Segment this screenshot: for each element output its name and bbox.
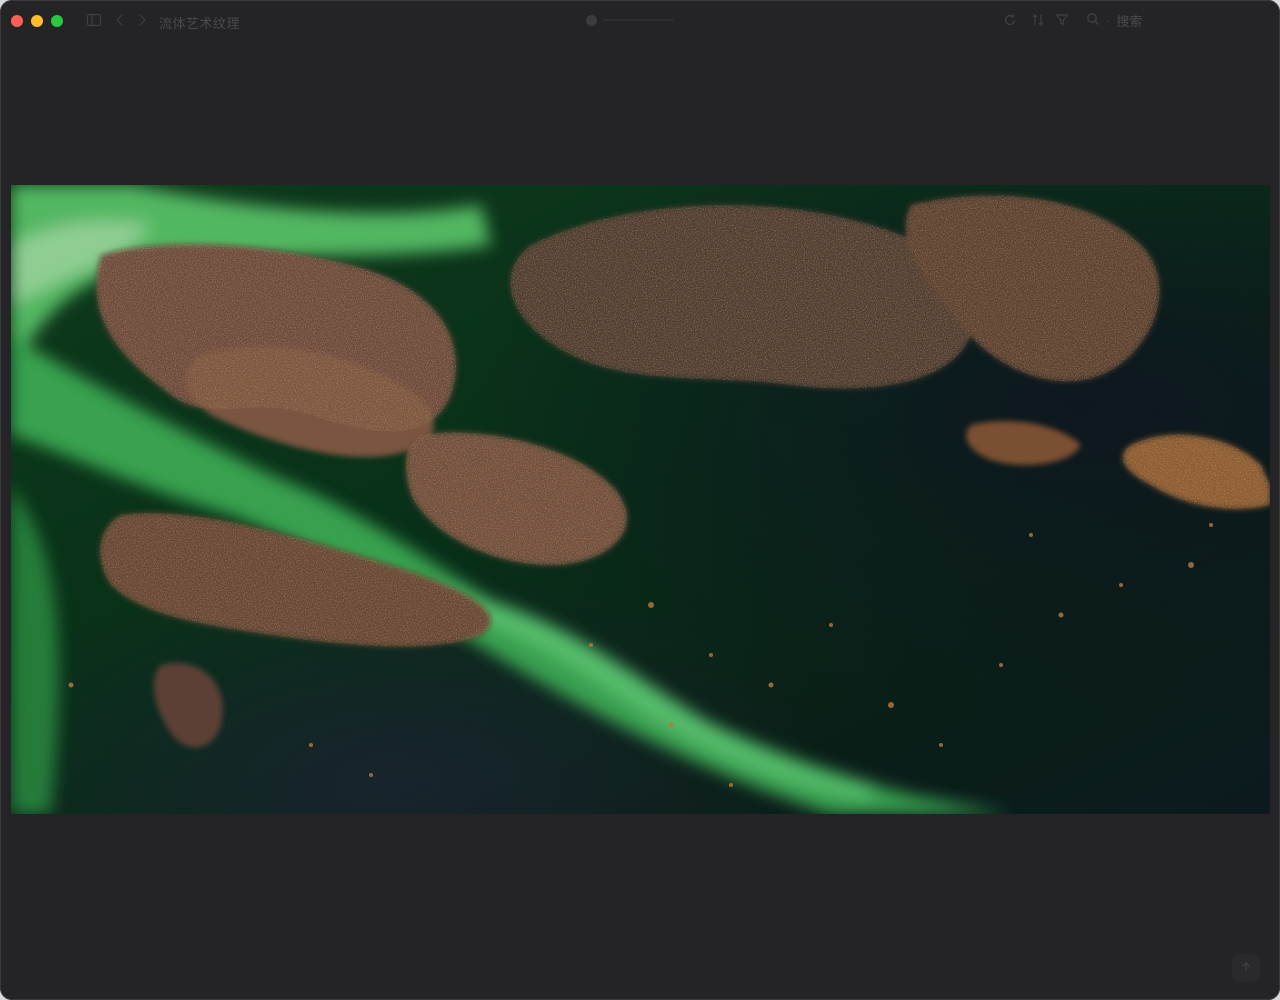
app-window: 流体艺术纹理 · 搜索: [0, 0, 1280, 1000]
titlebar: 流体艺术纹理 · 搜索: [0, 0, 1280, 40]
chevron-left-icon[interactable]: [112, 12, 128, 28]
loading-indicator: [586, 14, 676, 26]
fluid-art-image: [11, 185, 1270, 814]
search-label: 搜索: [1116, 14, 1143, 29]
maximize-window-button[interactable]: [51, 15, 63, 27]
chevron-right-icon[interactable]: [134, 12, 150, 28]
loading-dot: [586, 14, 597, 26]
scroll-to-top-button[interactable]: [1232, 954, 1260, 982]
sidebar-toggle-icon[interactable]: [86, 12, 102, 28]
arrow-up-icon: [1240, 960, 1252, 976]
filter-icon[interactable]: [1054, 12, 1070, 28]
window-controls: [11, 15, 63, 27]
search-separator: ·: [1106, 13, 1111, 28]
loading-track: [603, 19, 673, 21]
sort-icon[interactable]: [1030, 12, 1046, 28]
refresh-icon[interactable]: [1002, 12, 1018, 28]
search-field[interactable]: · 搜索: [1086, 11, 1142, 30]
minimize-window-button[interactable]: [31, 15, 43, 27]
close-window-button[interactable]: [11, 15, 23, 27]
image-viewer[interactable]: [11, 185, 1270, 814]
window-title: 流体艺术纹理: [159, 16, 241, 31]
search-icon: [1086, 12, 1100, 29]
